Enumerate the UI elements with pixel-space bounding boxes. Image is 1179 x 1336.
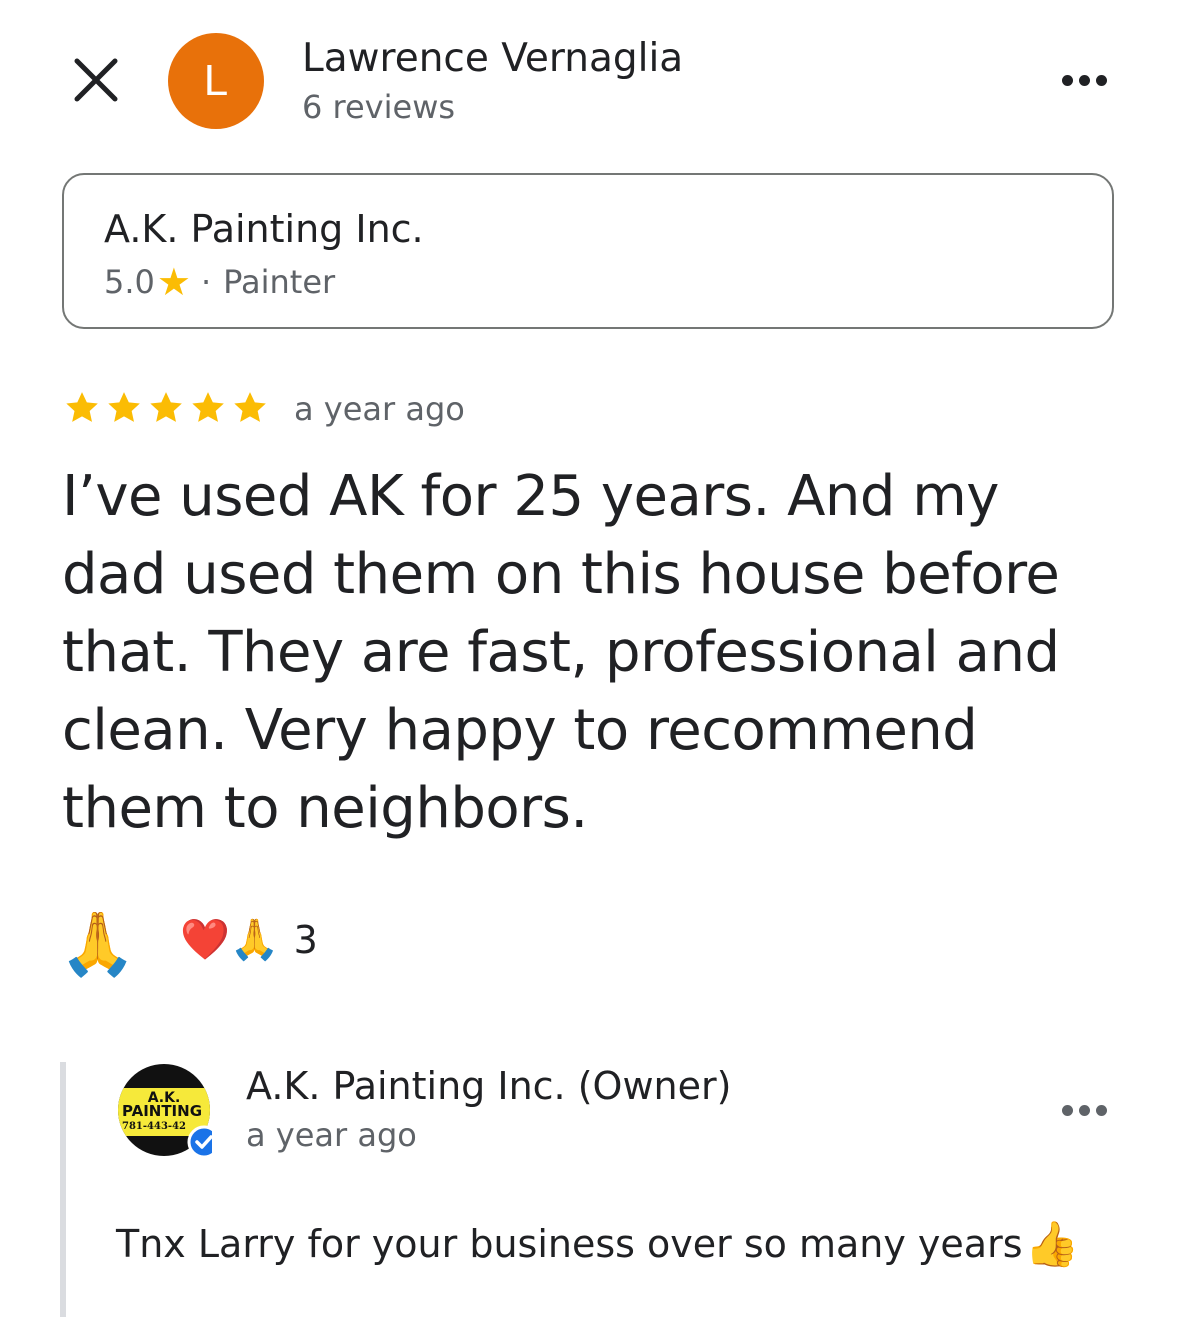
more-horizontal-icon	[1061, 1104, 1073, 1116]
place-rating: 5.0	[104, 263, 155, 301]
reviewer-review-count: 6 reviews	[302, 88, 456, 126]
review-date: a year ago	[294, 390, 465, 428]
owner-response-body: Tnx Larry for your business over so many…	[116, 1222, 1023, 1266]
reviewer-name[interactable]: Lawrence Vernaglia	[302, 36, 683, 81]
close-icon	[74, 58, 118, 102]
thumbs-up-icon: 👍	[1024, 1219, 1080, 1270]
place-card[interactable]: A.K. Painting Inc. 5.0 ★ · Painter	[62, 173, 1114, 329]
star-icon	[108, 392, 140, 422]
star-icon	[66, 392, 98, 422]
reaction-emojis: ❤️🙏	[180, 917, 280, 963]
star-icon	[234, 392, 266, 422]
svg-text:PAINTING: PAINTING	[122, 1102, 202, 1120]
reaction-count: 3	[293, 918, 318, 962]
owner-name[interactable]: A.K. Painting Inc. (Owner)	[246, 1064, 731, 1108]
review-text: I’ve used AK for 25 years. And my dad us…	[62, 464, 1060, 841]
reviewer-avatar[interactable]: L	[168, 33, 264, 129]
place-category: Painter	[223, 263, 336, 301]
verified-badge-icon	[187, 1125, 221, 1159]
star-icon: ★	[156, 260, 191, 304]
review-stars	[62, 388, 270, 428]
owner-more-options-button[interactable]	[1052, 1090, 1116, 1130]
place-meta: 5.0 ★ · Painter	[104, 263, 335, 301]
place-separator: ·	[200, 263, 212, 301]
reply-divider	[60, 1062, 66, 1317]
close-button[interactable]	[66, 50, 126, 110]
react-button[interactable]: 🙏	[58, 904, 138, 984]
star-icon	[192, 392, 224, 422]
star-icon	[150, 392, 182, 422]
folded-hands-icon: 🙏	[59, 907, 137, 980]
more-horizontal-icon-dot	[1078, 1104, 1090, 1116]
owner-response-date: a year ago	[246, 1116, 417, 1154]
more-horizontal-icon-dot	[1095, 74, 1107, 86]
more-horizontal-icon-dot	[1078, 74, 1090, 86]
owner-avatar[interactable]: A.K. PAINTING 781-443-42	[116, 1062, 221, 1159]
reaction-summary[interactable]: ❤️🙏 3	[180, 918, 318, 962]
place-name: A.K. Painting Inc.	[104, 207, 424, 251]
owner-response-text: Tnx Larry for your business over so many…	[116, 1218, 1079, 1270]
owner-logo-icon: A.K. PAINTING 781-443-42	[118, 1064, 221, 1159]
svg-text:781-443-42: 781-443-42	[122, 1121, 186, 1132]
more-horizontal-icon	[1061, 74, 1073, 86]
more-horizontal-icon-dot	[1095, 1104, 1107, 1116]
more-options-button[interactable]	[1052, 60, 1116, 100]
